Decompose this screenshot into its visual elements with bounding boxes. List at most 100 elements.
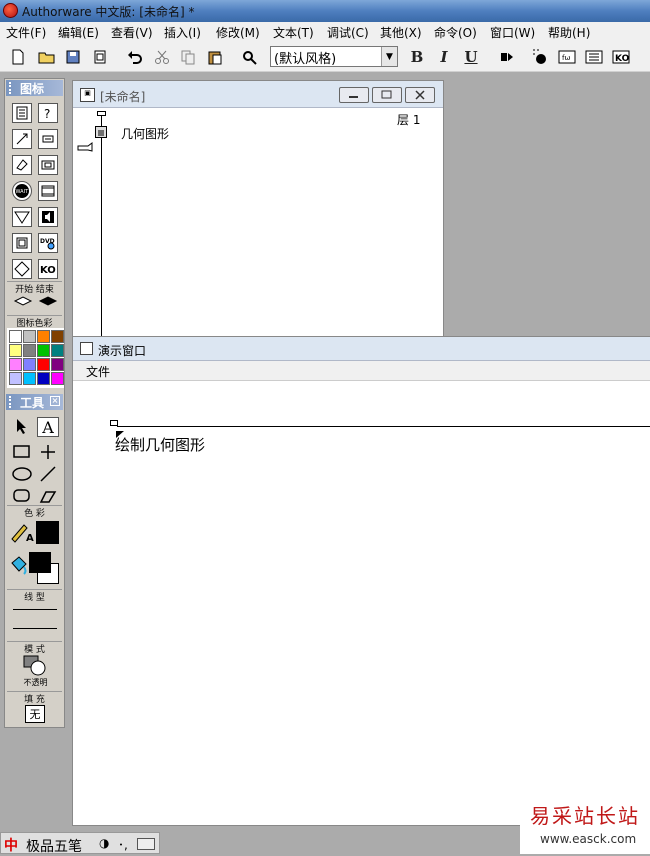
presentation-menu-file[interactable]: 文件 bbox=[86, 363, 110, 380]
menu-other[interactable]: 其他(X) bbox=[380, 24, 422, 41]
icon-color-swatch[interactable] bbox=[37, 330, 50, 343]
fill-foreground-color-swatch[interactable] bbox=[29, 552, 51, 573]
icon-palette-header[interactable]: 图标 bbox=[6, 80, 63, 96]
rounded-rectangle-tool-icon[interactable] bbox=[13, 489, 31, 506]
knowledge-objects-icon[interactable]: KO bbox=[611, 47, 631, 67]
end-flag-icon[interactable] bbox=[38, 295, 58, 310]
icon-color-swatch[interactable] bbox=[23, 358, 36, 371]
chevron-down-icon[interactable]: ▼ bbox=[381, 47, 397, 66]
chinese-input-icon[interactable]: 中 bbox=[4, 835, 18, 855]
soft-keyboard-icon[interactable] bbox=[137, 838, 155, 850]
diagonal-line-tool-icon[interactable] bbox=[39, 465, 57, 486]
interaction-icon[interactable]: ? bbox=[38, 103, 58, 123]
underline-button[interactable]: U bbox=[461, 47, 481, 67]
variables-icon[interactable] bbox=[584, 47, 604, 67]
icon-color-swatch[interactable] bbox=[9, 358, 22, 371]
erase-icon[interactable] bbox=[12, 155, 32, 175]
flow-icon-label[interactable]: 几何图形 bbox=[121, 125, 169, 142]
import-icon[interactable] bbox=[90, 47, 110, 67]
drag-grip-icon[interactable] bbox=[9, 82, 14, 94]
menu-window[interactable]: 窗口(W) bbox=[490, 24, 535, 41]
menu-view[interactable]: 查看(V) bbox=[111, 24, 153, 41]
icon-color-swatch[interactable] bbox=[51, 330, 64, 343]
authorware-app-icon[interactable] bbox=[3, 3, 18, 18]
pencil-icon[interactable]: A bbox=[9, 521, 35, 546]
icon-color-swatch[interactable] bbox=[23, 330, 36, 343]
paste-icon[interactable] bbox=[205, 47, 225, 67]
minimize-button[interactable] bbox=[339, 87, 369, 103]
menu-command[interactable]: 命令(O) bbox=[434, 24, 477, 41]
icon-color-swatch[interactable] bbox=[9, 330, 22, 343]
fill-none-button[interactable]: 无 bbox=[25, 705, 45, 723]
display-icon[interactable] bbox=[12, 103, 32, 123]
line-text-color-swatch[interactable] bbox=[36, 521, 59, 544]
open-folder-icon[interactable] bbox=[37, 47, 57, 67]
flowline-window-titlebar[interactable]: ▣ [未命名] bbox=[73, 81, 443, 108]
find-icon[interactable] bbox=[240, 47, 260, 67]
icon-color-swatch[interactable] bbox=[23, 372, 36, 385]
icon-color-swatch[interactable] bbox=[9, 344, 22, 357]
text-left-handle[interactable] bbox=[110, 420, 118, 426]
italic-button[interactable]: I bbox=[434, 47, 454, 67]
menu-file[interactable]: 文件(F) bbox=[6, 24, 46, 41]
tools-palette-header[interactable]: 工具 × bbox=[6, 394, 63, 410]
icon-color-swatch[interactable] bbox=[23, 344, 36, 357]
wait-icon[interactable]: WAIT bbox=[12, 181, 32, 201]
undo-icon[interactable] bbox=[125, 47, 145, 67]
restart-icon[interactable] bbox=[497, 47, 517, 67]
map-icon[interactable] bbox=[38, 155, 58, 175]
menu-modify[interactable]: 修改(M) bbox=[216, 24, 260, 41]
maximize-button[interactable] bbox=[372, 87, 402, 103]
digital-movie-icon[interactable] bbox=[38, 181, 58, 201]
new-file-icon[interactable] bbox=[8, 47, 28, 67]
ellipse-tool-icon[interactable] bbox=[12, 467, 32, 484]
calculation-icon[interactable] bbox=[38, 129, 58, 149]
dvd-icon[interactable]: DVD bbox=[38, 233, 58, 253]
menu-edit[interactable]: 编辑(E) bbox=[58, 24, 99, 41]
functions-icon[interactable]: fω bbox=[557, 47, 577, 67]
flowline-window: ▣ [未命名] 层 1 几何图形 bbox=[72, 80, 444, 341]
close-button[interactable] bbox=[405, 87, 435, 103]
icon-color-swatch[interactable] bbox=[51, 358, 64, 371]
control-panel-icon[interactable] bbox=[530, 47, 550, 67]
navigate-icon[interactable] bbox=[12, 207, 32, 227]
bold-button[interactable]: B bbox=[407, 47, 427, 67]
icon-color-swatch[interactable] bbox=[51, 372, 64, 385]
icon-color-swatch[interactable] bbox=[37, 372, 50, 385]
menu-debug[interactable]: 调试(C) bbox=[327, 24, 369, 41]
start-flag-icon[interactable] bbox=[13, 295, 33, 310]
half-width-icon[interactable]: ◑ bbox=[99, 836, 109, 850]
pointer-tool-icon[interactable] bbox=[14, 417, 30, 438]
icon-color-swatch[interactable] bbox=[51, 344, 64, 357]
paste-hand-icon[interactable] bbox=[77, 141, 95, 156]
decision-icon[interactable] bbox=[12, 259, 32, 279]
cut-icon[interactable] bbox=[152, 47, 172, 67]
drag-grip-icon[interactable] bbox=[9, 396, 14, 408]
sound-icon[interactable] bbox=[38, 207, 58, 227]
text-style-select[interactable]: (默认风格) ▼ bbox=[270, 46, 398, 67]
display-icon[interactable] bbox=[95, 126, 107, 138]
menu-help[interactable]: 帮助(H) bbox=[548, 24, 590, 41]
copy-icon[interactable] bbox=[178, 47, 198, 67]
motion-icon[interactable] bbox=[12, 129, 32, 149]
ime-name[interactable]: 极品五笔 bbox=[26, 836, 82, 856]
presentation-window-titlebar[interactable]: 演示窗口 bbox=[73, 337, 650, 361]
line-style-thin[interactable] bbox=[13, 609, 57, 610]
icon-color-swatch[interactable] bbox=[37, 344, 50, 357]
icon-color-swatch[interactable] bbox=[9, 372, 22, 385]
framework-icon[interactable] bbox=[12, 233, 32, 253]
paint-bucket-icon[interactable] bbox=[8, 555, 30, 580]
menu-insert[interactable]: 插入(I) bbox=[164, 24, 201, 41]
knowledge-object-icon[interactable]: KO bbox=[38, 259, 58, 279]
menu-text[interactable]: 文本(T) bbox=[273, 24, 314, 41]
icon-color-swatch[interactable] bbox=[37, 358, 50, 371]
save-all-icon[interactable] bbox=[64, 47, 84, 67]
punctuation-icon[interactable]: ･, bbox=[118, 836, 128, 853]
rectangle-tool-icon[interactable] bbox=[13, 445, 31, 462]
text-tool-button[interactable]: A bbox=[37, 417, 59, 437]
line-style-arrow[interactable] bbox=[13, 628, 57, 629]
ime-status-bar: 中 极品五笔 ◑ ･, bbox=[0, 832, 160, 856]
presentation-text[interactable]: 绘制几何图形 bbox=[115, 434, 205, 455]
orthogonal-line-tool-icon[interactable] bbox=[39, 443, 57, 464]
close-icon[interactable]: × bbox=[50, 396, 60, 406]
